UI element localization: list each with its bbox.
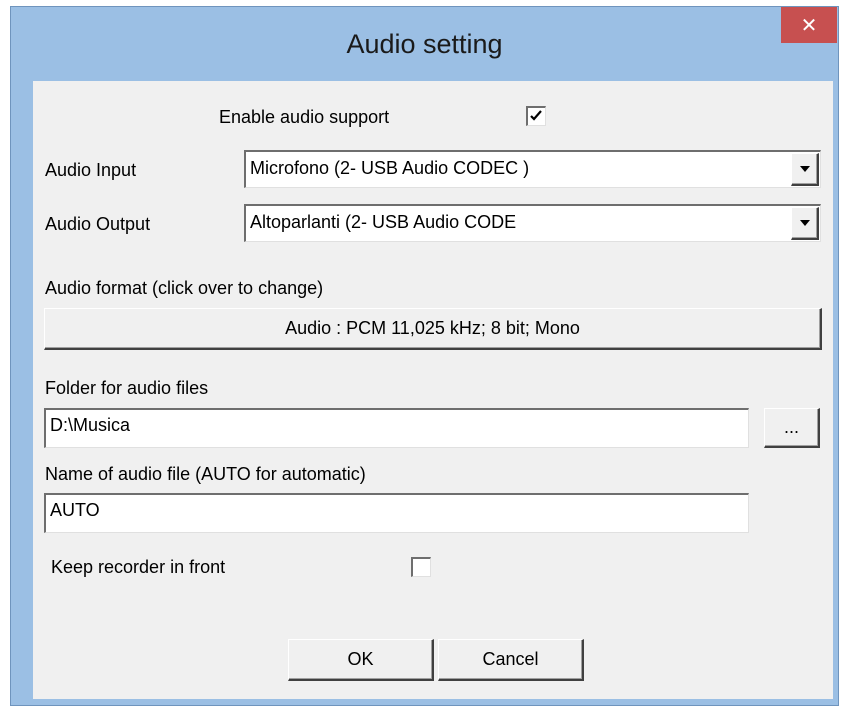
- close-icon: ✕: [800, 14, 818, 37]
- window-title: Audio setting: [346, 29, 503, 59]
- audio-input-dropdown-button[interactable]: [791, 153, 819, 186]
- folder-input[interactable]: D:\Musica: [44, 408, 749, 448]
- dropdown-arrow-icon: [799, 220, 810, 226]
- audio-format-button[interactable]: Audio : PCM 11,025 kHz; 8 bit; Mono: [44, 308, 822, 350]
- dropdown-arrow-icon: [799, 166, 810, 172]
- title-bar[interactable]: Audio setting ✕: [11, 7, 838, 81]
- dialog-body: Enable audio support Audio Input Microfo…: [33, 81, 833, 699]
- audio-output-dropdown-button[interactable]: [791, 207, 819, 240]
- file-name-value: AUTO: [50, 500, 100, 520]
- audio-input-select[interactable]: Microfono (2- USB Audio CODEC ): [244, 150, 821, 188]
- audio-output-select[interactable]: Altoparlanti (2- USB Audio CODE: [244, 204, 821, 242]
- enable-audio-label: Enable audio support: [219, 107, 390, 127]
- ok-button[interactable]: OK: [288, 639, 434, 681]
- keep-front-label: Keep recorder in front: [51, 557, 226, 577]
- folder-label: Folder for audio files: [45, 378, 209, 398]
- audio-format-label: Audio format (click over to change): [45, 278, 324, 298]
- checkmark-icon: [530, 110, 542, 121]
- enable-audio-checkbox[interactable]: [526, 106, 546, 126]
- file-name-label: Name of audio file (AUTO for automatic): [45, 464, 366, 484]
- close-button[interactable]: ✕: [781, 7, 837, 43]
- file-name-input[interactable]: AUTO: [44, 493, 749, 533]
- folder-value: D:\Musica: [50, 415, 131, 435]
- audio-input-label: Audio Input: [45, 160, 137, 180]
- audio-output-label: Audio Output: [45, 214, 151, 234]
- audio-input-value: Microfono (2- USB Audio CODEC ): [250, 158, 530, 178]
- keep-front-checkbox[interactable]: [411, 557, 431, 577]
- cancel-button[interactable]: Cancel: [438, 639, 584, 681]
- browse-folder-button[interactable]: ...: [764, 408, 820, 448]
- audio-setting-dialog: Audio setting ✕ Enable audio support Aud…: [10, 6, 839, 706]
- audio-output-value: Altoparlanti (2- USB Audio CODE: [250, 212, 517, 232]
